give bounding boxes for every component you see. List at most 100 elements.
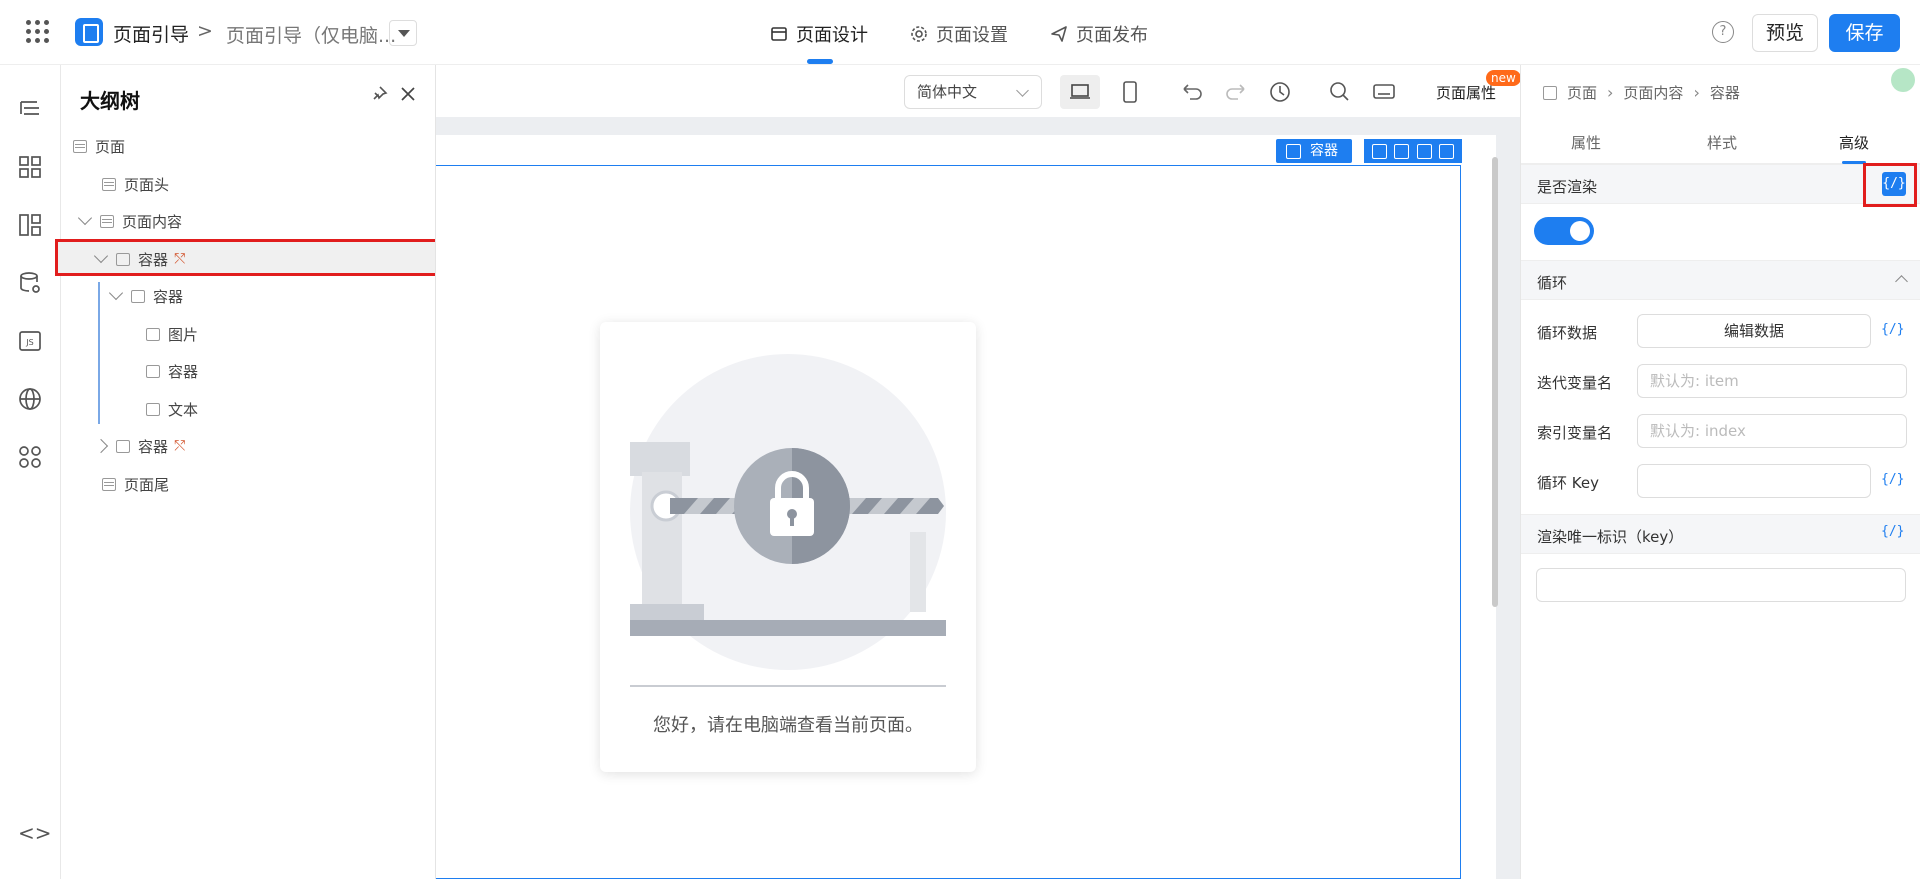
tree-node-label: 页面内容 — [122, 212, 183, 231]
keyboard-icon — [1373, 84, 1395, 99]
loop-key-input[interactable] — [1637, 464, 1871, 498]
tree-node-label: 容器 — [153, 287, 184, 306]
breadcrumb-item[interactable]: 容器 — [1710, 82, 1740, 103]
loop-link-icon: ⤲ — [174, 438, 186, 454]
settings-tabs: 属性 样式 高级 — [1521, 120, 1920, 164]
tree-node-label: 容器 — [168, 362, 199, 381]
render-key-input[interactable] — [1536, 568, 1906, 602]
loop-section-header[interactable]: 循环 — [1521, 260, 1920, 300]
add-icon[interactable] — [1394, 143, 1410, 159]
apps-grid-icon[interactable] — [26, 20, 50, 44]
search-icon — [1330, 82, 1349, 101]
loop-section-label: 循环 — [1537, 274, 1568, 292]
tree-node-container-selected[interactable]: 容器 ⤲ — [61, 244, 436, 274]
breadcrumb-separator: > — [197, 20, 213, 42]
search-button[interactable] — [1320, 75, 1360, 109]
globe-icon[interactable] — [18, 387, 42, 411]
chevron-down-icon[interactable] — [108, 285, 124, 301]
index-var-input[interactable]: 默认为: index — [1637, 414, 1907, 448]
mobile-view-button[interactable] — [1110, 75, 1150, 109]
container-node-icon — [146, 364, 160, 378]
apps-icon[interactable] — [18, 445, 42, 469]
layout-icon — [771, 27, 787, 41]
render-key-label: 渲染唯一标识（key） — [1537, 528, 1684, 546]
tab-page-settings[interactable]: 页面设置 — [910, 21, 1008, 47]
loop-key-label: 循环 Key — [1537, 474, 1599, 492]
close-icon[interactable] — [398, 84, 418, 104]
app-name[interactable]: 页面引导 — [113, 20, 189, 47]
template-icon[interactable] — [1416, 143, 1432, 159]
page-frame: 容器 您好，请在电脑端查看当前页面。 — [436, 135, 1498, 879]
page-node-icon — [100, 214, 114, 228]
tree-node-header[interactable]: 页面头 — [61, 169, 436, 199]
loop-key-code-button[interactable]: {/} — [1881, 472, 1904, 487]
language-select[interactable]: 简体中文 — [904, 75, 1042, 109]
page-dropdown-button[interactable] — [389, 20, 417, 46]
loop-data-code-button[interactable]: {/} — [1881, 322, 1904, 337]
tree-node-container[interactable]: 容器 — [61, 281, 436, 311]
outline-icon[interactable] — [18, 97, 42, 121]
page-name[interactable]: 页面引导（仅电脑... — [226, 21, 396, 48]
tree-node-image[interactable]: 图片 — [61, 319, 436, 349]
top-bar: 页面引导 > 页面引导（仅电脑... 页面设计 页面设置 页面发布 ? 预览 保… — [0, 0, 1920, 65]
chevron-right-icon[interactable] — [93, 438, 109, 454]
save-button[interactable]: 保存 — [1829, 14, 1900, 52]
history-button[interactable] — [1260, 75, 1300, 109]
tree-node-container[interactable]: 容器 — [61, 356, 436, 386]
tab-advanced[interactable]: 高级 — [1839, 132, 1869, 153]
breadcrumb-item[interactable]: 页面内容 — [1623, 82, 1683, 103]
tree-node-container[interactable]: 容器 ⤲ — [61, 431, 436, 461]
datasource-icon[interactable] — [18, 271, 42, 295]
selected-component-tag[interactable]: 容器 — [1276, 139, 1352, 163]
tree-node-footer[interactable]: 页面尾 — [61, 469, 436, 499]
undo-icon — [1183, 84, 1202, 100]
tab-page-publish[interactable]: 页面发布 — [1050, 21, 1148, 47]
render-section: 是否渲染 {/} — [1521, 164, 1920, 204]
container-icon — [1543, 85, 1557, 100]
chevron-down-icon[interactable] — [93, 248, 109, 264]
chevron-down-icon[interactable] — [77, 210, 93, 226]
tree-guide-line — [98, 282, 100, 424]
help-icon[interactable]: ? — [1712, 21, 1734, 43]
redo-button[interactable] — [1216, 75, 1256, 109]
edit-data-button[interactable]: 编辑数据 — [1637, 314, 1871, 348]
history-icon — [1270, 82, 1290, 102]
text-node-icon — [146, 402, 160, 416]
page-node-icon — [73, 139, 87, 153]
delete-icon[interactable] — [1439, 143, 1455, 159]
js-icon[interactable]: JS — [18, 329, 42, 353]
loop-link-icon: ⤲ — [174, 251, 186, 267]
chevron-up-icon[interactable] — [1895, 275, 1908, 288]
breadcrumb-separator-icon: › — [1693, 83, 1700, 102]
tree-node-text[interactable]: 文本 — [61, 394, 436, 424]
tab-style[interactable]: 样式 — [1707, 132, 1737, 153]
layout-icon[interactable] — [18, 213, 42, 237]
tab-properties[interactable]: 属性 — [1571, 132, 1601, 153]
undo-button[interactable] — [1172, 75, 1212, 109]
send-icon — [1051, 26, 1067, 42]
components-icon[interactable] — [18, 155, 42, 179]
copy-icon[interactable] — [1371, 143, 1387, 159]
annotation-highlight-box — [1863, 163, 1917, 207]
pin-icon[interactable] — [370, 85, 388, 103]
page-attributes-button[interactable]: 页面属性 — [1436, 82, 1496, 103]
loop-data-label: 循环数据 — [1537, 324, 1598, 342]
tree-node-page[interactable]: 页面 — [61, 131, 436, 161]
gear-icon — [911, 26, 927, 42]
container-node-icon — [131, 289, 145, 303]
redo-icon — [1226, 84, 1245, 100]
keyboard-button[interactable] — [1364, 75, 1404, 109]
tab-page-design[interactable]: 页面设计 — [770, 21, 868, 47]
tree-node-label: 页面 — [95, 137, 126, 156]
tree-node-label: 图片 — [168, 325, 199, 344]
preview-button[interactable]: 预览 — [1752, 14, 1818, 52]
breadcrumb-item[interactable]: 页面 — [1567, 82, 1597, 103]
render-key-code-button[interactable]: {/} — [1881, 524, 1904, 539]
iter-var-input[interactable]: 默认为: item — [1637, 364, 1907, 398]
render-toggle[interactable] — [1534, 217, 1594, 245]
canvas-scrollbar[interactable] — [1492, 157, 1498, 607]
tab-label: 页面设计 — [796, 25, 868, 46]
code-toggle-icon[interactable]: <> — [18, 821, 52, 845]
desktop-view-button[interactable] — [1060, 75, 1100, 109]
tree-node-content[interactable]: 页面内容 — [61, 206, 436, 236]
